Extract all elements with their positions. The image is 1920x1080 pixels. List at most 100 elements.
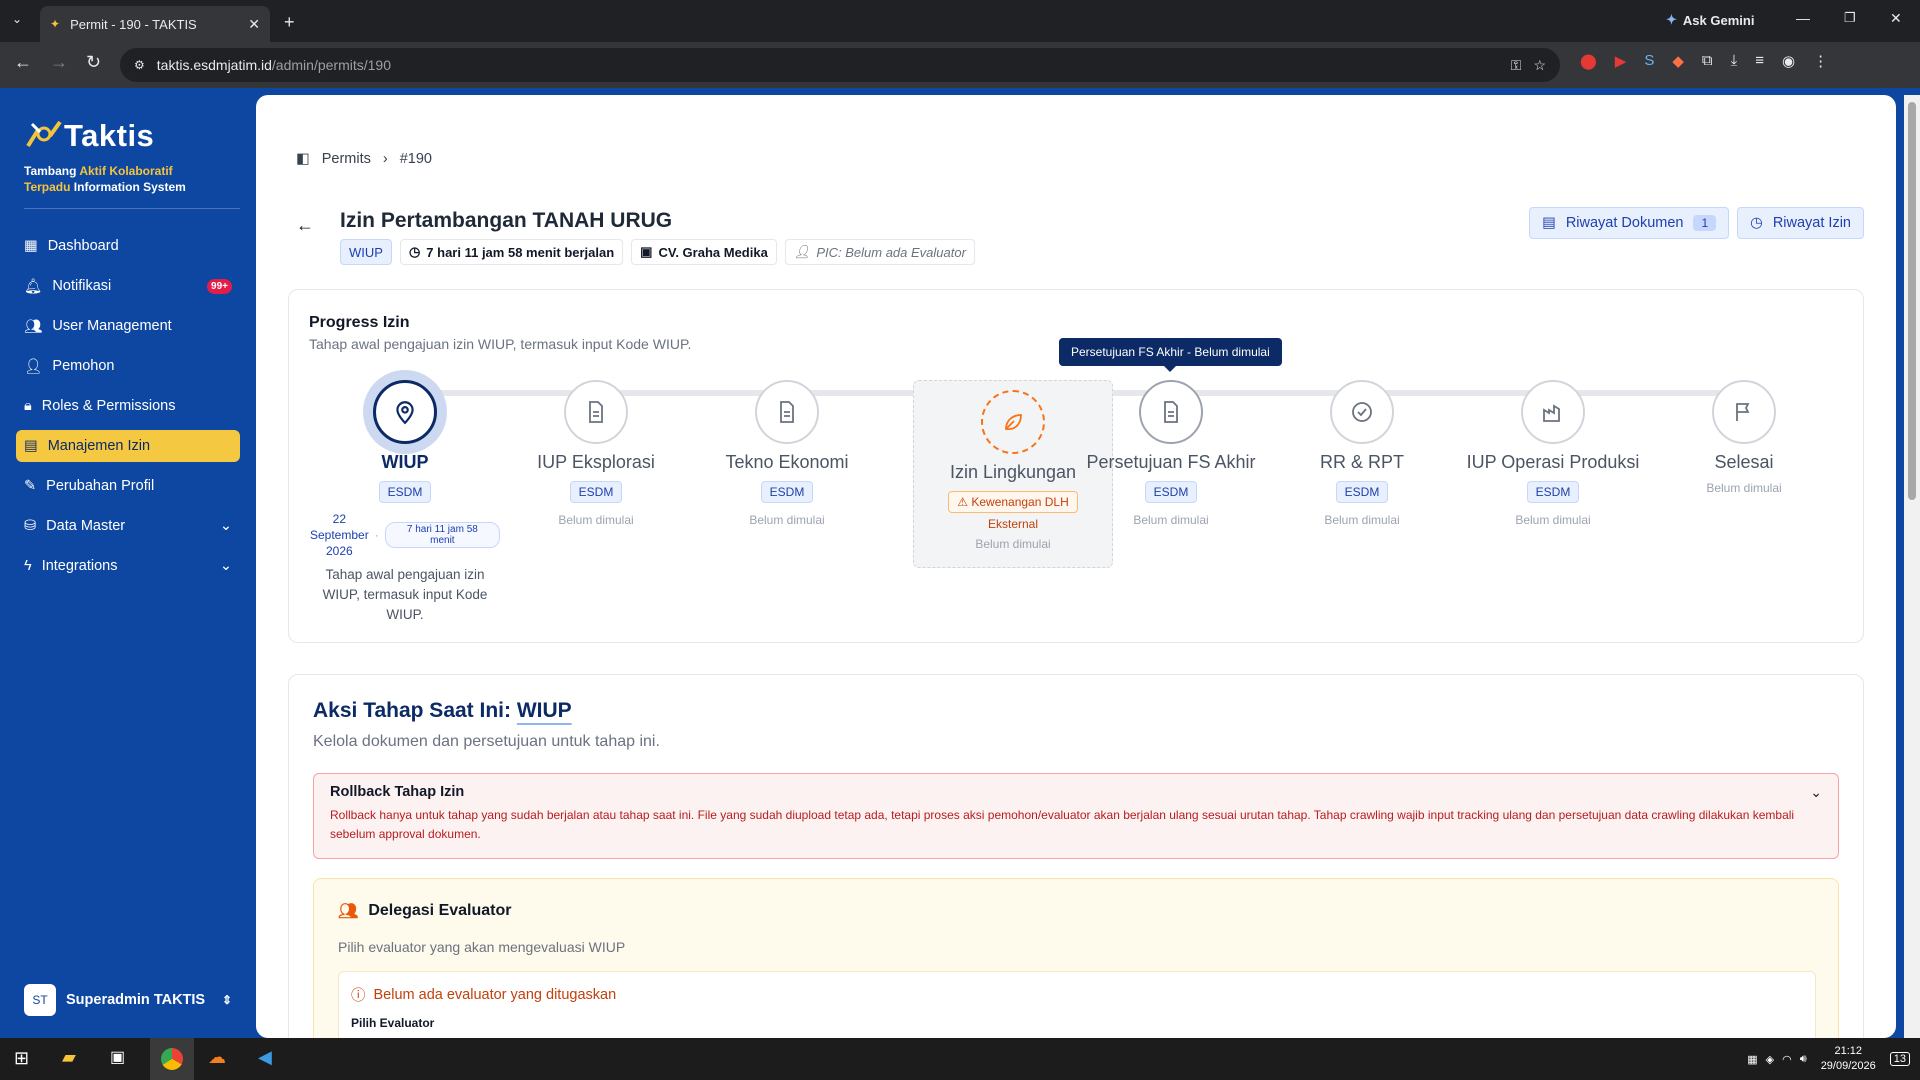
tray-icon[interactable]: ◈: [1766, 1053, 1774, 1066]
users-icon: 👥︎: [338, 903, 359, 920]
tab-title: Permit - 190 - TAKTIS: [70, 16, 197, 32]
bookmark-star-icon[interactable]: ☆: [1533, 57, 1546, 74]
check-badge-icon: [1330, 380, 1394, 444]
restore-icon[interactable]: ❐: [1844, 10, 1856, 26]
permit-meta-chips: WIUP ◷ 7 hari 11 jam 58 menit berjalan ▣ C…: [340, 239, 975, 265]
sidebar-item-user-management[interactable]: 👥︎ User Management: [16, 310, 240, 342]
sidebar-item-notifikasi[interactable]: 🔔︎ Notifikasi 99+: [16, 270, 240, 302]
tagline: Tambang Aktif Kolaboratif Terpadu Inform…: [24, 164, 186, 194]
extension-icon[interactable]: ⬤: [1580, 52, 1597, 70]
step-description: Tahap awal pengajuan izin WIUP, termasuk…: [322, 567, 488, 622]
reload-icon[interactable]: ↻: [86, 52, 101, 73]
no-evaluator-warning: ⓘ Belum ada evaluator yang ditugaskan: [351, 984, 616, 1005]
file-text-icon: [564, 380, 628, 444]
window-close-icon[interactable]: ✕: [1890, 10, 1902, 27]
extension-icon[interactable]: ◆: [1672, 52, 1684, 70]
back-arrow-icon[interactable]: ←: [296, 215, 314, 236]
scrollbar-thumb[interactable]: [1908, 102, 1916, 500]
user-icon: 👤︎: [793, 244, 811, 259]
new-tab-icon[interactable]: +: [284, 12, 295, 33]
pic-chip: 👤︎ PIC: Belum ada Evaluator: [784, 239, 975, 265]
riwayat-izin-button[interactable]: ◷ Riwayat Izin: [1737, 207, 1864, 239]
lock-icon: 🔒︎: [24, 398, 32, 414]
delegation-subtitle: Pilih evaluator yang akan mengevaluasi W…: [338, 939, 626, 955]
minimize-icon[interactable]: —: [1796, 10, 1810, 26]
user-menu[interactable]: ST Superadmin TAKTIS ⇕: [16, 980, 240, 1020]
cloud-icon[interactable]: ☁: [208, 1047, 226, 1068]
url-field[interactable]: ⚙ taktis.esdmjatim.id/admin/permits/190 …: [120, 48, 1560, 82]
document-icon: ▤: [24, 438, 38, 454]
sidebar-item-roles[interactable]: 🔒︎ Roles & Permissions: [16, 390, 240, 422]
breadcrumb-permits-link[interactable]: Permits: [322, 151, 371, 167]
sidebar-item-data-master[interactable]: ⛁ Data Master ⌄: [16, 510, 240, 542]
extension-icon[interactable]: S: [1644, 52, 1654, 70]
url-path: /admin/permits/190: [271, 57, 391, 73]
step-selesai[interactable]: Selesai Belum dimulai: [1649, 380, 1839, 495]
page-title: Izin Pertambangan TANAH URUG: [340, 209, 673, 232]
bell-icon: 🔔︎: [24, 278, 43, 295]
chevron-down-icon: ⌄: [219, 518, 232, 534]
site-info-icon[interactable]: ⚙: [134, 58, 145, 72]
logo-text: Taktis: [64, 118, 155, 153]
close-tab-icon[interactable]: ✕: [248, 16, 260, 33]
taskbar: ⊞ ▰ ▣ ☁ ◀: [0, 1038, 1920, 1080]
user-name: Superadmin TAKTIS: [66, 992, 206, 1008]
tray-icon[interactable]: ▦: [1747, 1053, 1757, 1066]
permit-type-badge: WIUP: [340, 239, 392, 265]
profile-icon[interactable]: ◉: [1782, 52, 1795, 70]
back-nav-icon[interactable]: ←: [14, 52, 32, 73]
chevron-down-icon[interactable]: ⌄: [1810, 784, 1822, 801]
chevron-right-icon: ›: [382, 151, 388, 167]
sidebar-toggle-icon[interactable]: ◧: [296, 151, 310, 167]
extensions-area: ⬤ ▶ S ◆ ⧉ ⤓ ≡ ◉ ⋮: [1580, 52, 1828, 70]
puzzle-icon[interactable]: ⧉: [1702, 52, 1713, 70]
delegation-title: 👥︎ Delegasi Evaluator: [338, 902, 512, 920]
windows-start-icon[interactable]: ⊞: [14, 1048, 29, 1069]
chrome-taskbar-button[interactable]: [150, 1038, 194, 1080]
building-icon: ▣: [640, 244, 653, 259]
leaf-icon: [981, 390, 1045, 454]
key-icon[interactable]: ⚿: [1511, 57, 1522, 74]
progress-title: Progress Izin: [309, 314, 410, 331]
delegation-panel: 👥︎ Delegasi Evaluator Pilih evaluator ya…: [313, 878, 1839, 1038]
clock-icon: ◷: [1750, 215, 1763, 231]
reading-list-icon[interactable]: ≡: [1755, 52, 1764, 70]
extension-icon[interactable]: ▶: [1615, 52, 1627, 70]
wifi-icon[interactable]: ◠: [1782, 1053, 1792, 1066]
tab-search-icon[interactable]: ⌄: [12, 12, 22, 26]
action-title: Aksi Tahap Saat Ini: WIUP: [313, 699, 572, 722]
step-rr-rpt[interactable]: RR & RPT ESDM Belum dimulai: [1267, 380, 1457, 527]
clock[interactable]: 21:12 29/09/2026: [1821, 1044, 1876, 1074]
sidebar-item-integrations[interactable]: ϟ Integrations ⌄: [16, 550, 240, 582]
ask-gemini-button[interactable]: ✦ Ask Gemini: [1666, 12, 1754, 28]
forward-nav-icon[interactable]: →: [50, 52, 68, 73]
step-iup-eksplorasi[interactable]: IUP Eksplorasi ESDM Belum dimulai: [501, 380, 691, 527]
volume-icon[interactable]: 🔊︎: [1800, 1053, 1807, 1066]
file-explorer-icon[interactable]: ▰: [62, 1047, 76, 1068]
evaluator-selector-box: ⓘ Belum ada evaluator yang ditugaskan Pi…: [338, 971, 1816, 1038]
step-iup-operasi-produksi[interactable]: IUP Operasi Produksi ESDM Belum dimulai: [1458, 380, 1648, 527]
sidebar-item-manajemen-izin[interactable]: ▤ Manajemen Izin: [16, 430, 240, 462]
breadcrumb: ◧ Permits › #190: [296, 151, 432, 167]
clock-icon: ◷: [408, 244, 421, 259]
vscode-icon[interactable]: ◀: [258, 1047, 272, 1068]
step-persetujuan-fs-akhir[interactable]: Persetujuan FS Akhir ESDM Belum dimulai: [1076, 380, 1266, 527]
sidebar-item-dashboard[interactable]: ▦ Dashboard: [16, 230, 240, 262]
step-tooltip: Persetujuan FS Akhir - Belum dimulai: [1059, 338, 1282, 372]
rollback-panel[interactable]: Rollback Tahap Izin Rollback hanya untuk…: [313, 773, 1839, 859]
browser-tab[interactable]: ✦ Permit - 190 - TAKTIS ✕: [40, 6, 270, 42]
sidebar-item-pemohon[interactable]: 👤︎ Pemohon: [16, 350, 240, 382]
database-icon: ⛁: [24, 518, 37, 534]
menu-dots-icon[interactable]: ⋮: [1813, 52, 1828, 70]
step-tekno-ekonomi[interactable]: Tekno Ekonomi ESDM Belum dimulai: [692, 380, 882, 527]
download-icon[interactable]: ⤓: [1731, 52, 1738, 70]
header-actions: ▤ Riwayat Dokumen 1 ◷ Riwayat Izin: [1529, 207, 1864, 239]
progress-subtitle: Tahap awal pengajuan izin WIUP, termasuk…: [309, 336, 692, 352]
chevron-updown-icon: ⇕: [221, 993, 232, 1007]
sidebar-item-perubahan-profil[interactable]: ✎ Perubahan Profil: [16, 470, 240, 502]
step-wiup[interactable]: WIUP ESDM 22 September 2026 · 7 hari 11 ja…: [310, 380, 500, 625]
notification-count[interactable]: 13: [1889, 1052, 1910, 1066]
file-text-icon: [1139, 380, 1203, 444]
riwayat-dokumen-button[interactable]: ▤ Riwayat Dokumen 1: [1529, 207, 1730, 239]
terminal-icon[interactable]: ▣: [110, 1047, 125, 1067]
